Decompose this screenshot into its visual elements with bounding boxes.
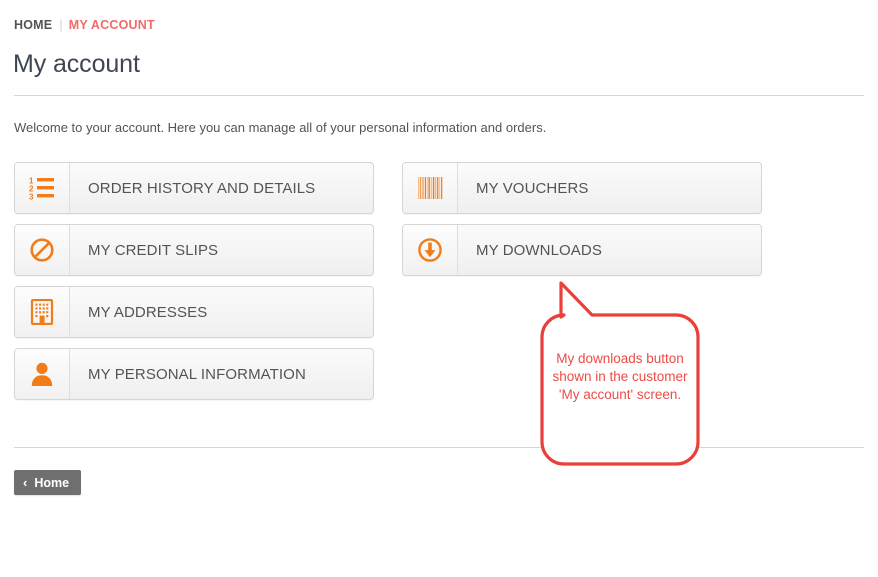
account-button-label: ORDER HISTORY AND DETAILS (88, 179, 316, 197)
user-icon (15, 349, 70, 399)
breadcrumb-current: MY ACCOUNT (68, 18, 155, 32)
home-button-label: Home (34, 475, 70, 490)
barcode-icon (403, 163, 458, 213)
account-button-vouchers[interactable]: MY VOUCHERS (402, 162, 762, 214)
page-title: My account (13, 50, 140, 78)
home-button[interactable]: ‹ Home (14, 470, 82, 495)
account-button-label: MY CREDIT SLIPS (88, 241, 219, 259)
account-button-label: MY DOWNLOADS (476, 241, 602, 259)
divider-top (14, 95, 864, 96)
ordered-list-icon: 1 2 3 (15, 163, 70, 213)
account-button-label: MY PERSONAL INFORMATION (88, 365, 306, 383)
breadcrumb: HOME | MY ACCOUNT (14, 18, 155, 32)
download-icon (403, 225, 458, 275)
account-button-order-history[interactable]: 1 2 3 ORDER HISTORY AND DETAILS (14, 162, 374, 214)
svg-text:3: 3 (29, 193, 34, 201)
breadcrumb-home-link[interactable]: HOME (14, 18, 52, 32)
welcome-text: Welcome to your account. Here you can ma… (14, 120, 547, 135)
my-account-page: HOME | MY ACCOUNT My account Welcome to yo… (0, 0, 878, 577)
chevron-left-icon: ‹ (23, 475, 28, 490)
building-icon (15, 287, 70, 337)
callout-text: My downloads button shown in the custome… (552, 351, 688, 402)
account-button-label: MY VOUCHERS (476, 179, 589, 197)
divider-bottom (14, 447, 864, 448)
account-button-addresses[interactable]: MY ADDRESSES (14, 286, 374, 338)
breadcrumb-separator: | (59, 18, 63, 32)
ban-icon (15, 225, 70, 275)
account-button-downloads[interactable]: MY DOWNLOADS (402, 224, 762, 276)
account-button-label: MY ADDRESSES (88, 303, 208, 321)
account-button-personal-information[interactable]: MY PERSONAL INFORMATION (14, 348, 374, 400)
account-button-credit-slips[interactable]: MY CREDIT SLIPS (14, 224, 374, 276)
